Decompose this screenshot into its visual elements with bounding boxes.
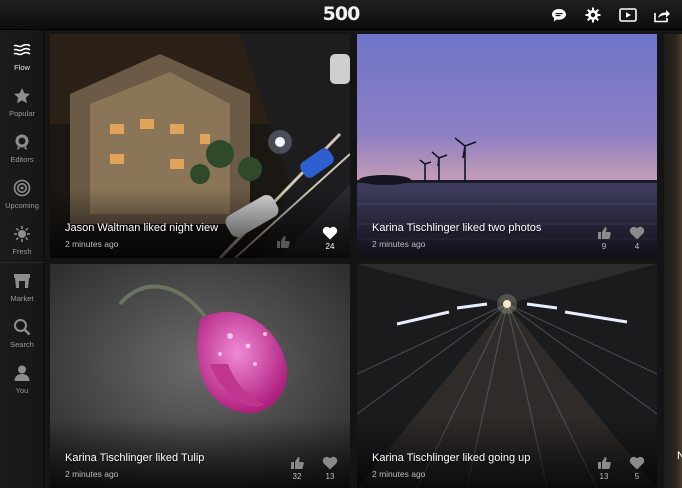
like-button[interactable]: 32 [286, 455, 308, 481]
thumbs-up-icon [593, 225, 615, 241]
star-icon [12, 86, 32, 106]
sidebar-item-label: Search [10, 340, 34, 349]
person-icon [12, 363, 32, 383]
sidebar-item-label: Flow [14, 63, 30, 72]
gear-icon[interactable] [583, 5, 603, 25]
activity-time: 2 minutes ago [372, 469, 426, 479]
activity-caption: Jason Waltman liked night view [65, 222, 219, 234]
top-bar: 500 [0, 0, 682, 30]
favorite-button[interactable]: 4 [626, 225, 648, 251]
thumbs-up-icon [272, 234, 294, 250]
feed-tile[interactable]: Karina Tischlinger liked two photos 2 mi… [357, 34, 657, 258]
heart-icon [319, 225, 341, 241]
sidebar-item-search[interactable]: Search [0, 311, 44, 357]
sidebar-item-upcoming[interactable]: Upcoming [0, 172, 44, 218]
app-logo[interactable]: 500 [318, 3, 364, 25]
heart-icon [319, 455, 341, 471]
activity-caption: Karina Tischlinger liked two photos [372, 222, 542, 234]
activity-time: 2 minutes ago [65, 239, 119, 249]
heart-icon [626, 225, 648, 241]
sidebar-item-label: You [15, 386, 29, 395]
like-count: 9 [601, 242, 607, 251]
thumbs-up-icon [593, 455, 615, 471]
like-button[interactable]: 9 [593, 225, 615, 251]
market-icon [12, 271, 32, 291]
chat-icon[interactable] [549, 5, 569, 25]
next-tile-partial[interactable]: N [664, 34, 682, 488]
sidebar-item-label: Popular [9, 109, 35, 118]
feed-tile[interactable]: Jason Waltman liked night view 2 minutes… [50, 34, 350, 258]
sidebar-item-label: Fresh [12, 247, 32, 256]
sidebar-item-popular[interactable]: Popular [0, 80, 44, 126]
sidebar-item-flow[interactable]: Flow [0, 34, 44, 80]
sidebar-item-editors[interactable]: Editors [0, 126, 44, 172]
sidebar-item-label: Editors [10, 155, 34, 164]
flow-icon [12, 40, 32, 60]
sidebar-item-label: Upcoming [5, 201, 39, 210]
favorite-count: 4 [634, 242, 640, 251]
feed-tile[interactable]: Karina Tischlinger liked Tulip 2 minutes… [50, 264, 350, 488]
favorite-button[interactable]: 5 [626, 455, 648, 481]
sidebar-item-label: Market [10, 294, 34, 303]
favorite-button[interactable]: 24 [319, 225, 341, 251]
favorite-count: 24 [325, 242, 335, 251]
activity-time: 2 minutes ago [65, 469, 119, 479]
sidebar-item-you[interactable]: You [0, 357, 44, 403]
sidebar: Flow Popular Editors Upcoming Fresh Mark… [0, 30, 44, 488]
favorite-button[interactable]: 13 [319, 455, 341, 481]
like-button[interactable] [272, 234, 294, 251]
like-count: 13 [599, 472, 609, 481]
sun-icon [12, 224, 32, 244]
like-button[interactable]: 13 [593, 455, 615, 481]
favorite-count: 5 [634, 472, 640, 481]
sidebar-divider [0, 262, 44, 263]
editors-badge-icon [12, 132, 32, 152]
magnifier-icon [12, 317, 32, 337]
like-count: 32 [292, 472, 302, 481]
activity-time: 2 minutes ago [372, 239, 426, 249]
partial-caption: N [677, 450, 682, 462]
slideshow-icon[interactable] [618, 5, 638, 25]
activity-caption: Karina Tischlinger liked Tulip [65, 452, 205, 464]
target-icon [12, 178, 32, 198]
favorite-count: 13 [325, 472, 335, 481]
heart-icon [626, 455, 648, 471]
thumbs-up-icon [286, 455, 308, 471]
sidebar-item-market[interactable]: Market [0, 265, 44, 311]
share-icon[interactable] [652, 5, 672, 25]
sidebar-item-fresh[interactable]: Fresh [0, 218, 44, 264]
feed-tile[interactable]: Karina Tischlinger liked going up 2 minu… [357, 264, 657, 488]
activity-caption: Karina Tischlinger liked going up [372, 452, 531, 464]
